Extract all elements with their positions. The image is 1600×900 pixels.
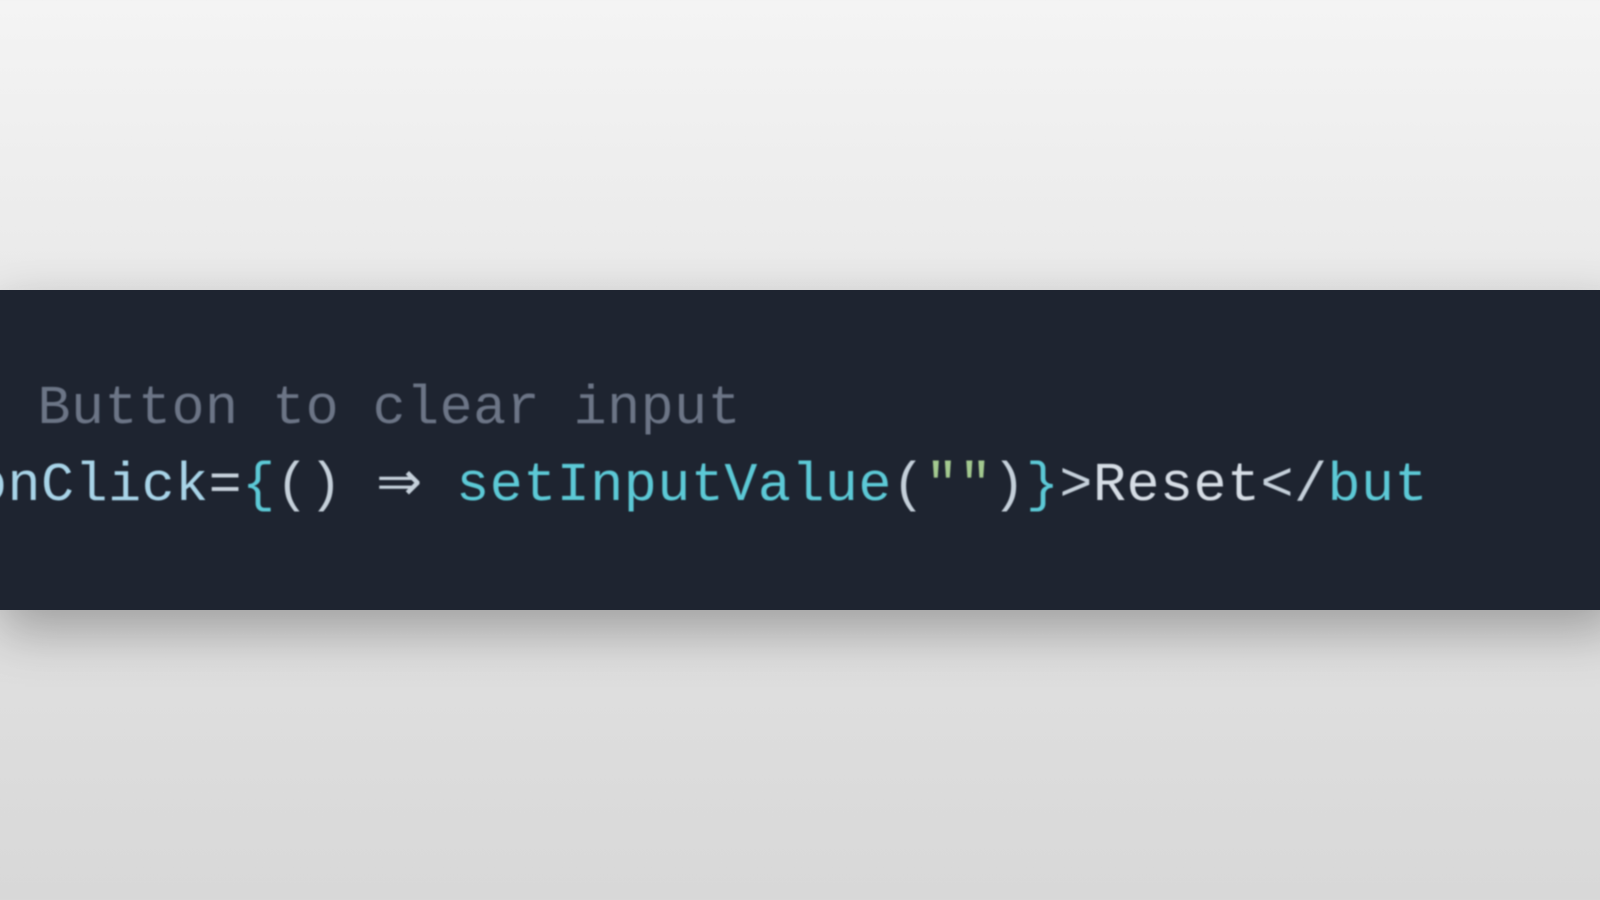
string-literal: "" — [925, 454, 992, 517]
code-line-jsx: ton onClick={() ⇒ setInputValue("")}>Res… — [0, 447, 1600, 524]
jsx-tag-close-partial: but — [1328, 454, 1429, 517]
brace-open: { — [242, 454, 276, 517]
function-name: setInputValue — [456, 454, 892, 517]
func-paren-close: ) — [992, 454, 1026, 517]
brace-close: } — [1026, 454, 1060, 517]
jsx-attr-onclick: onClick — [0, 454, 209, 517]
comment-text: eset Button to clear input — [0, 377, 741, 440]
close-angle-open: < — [1260, 454, 1294, 517]
equals-sign: = — [209, 454, 243, 517]
code-line-comment: eset Button to clear input — [0, 370, 1600, 447]
angle-close: > — [1059, 454, 1093, 517]
func-paren-open: ( — [892, 454, 926, 517]
arrow-function: ⇒ — [376, 454, 423, 517]
code-snippet-block: eset Button to clear input ton onClick={… — [0, 290, 1600, 610]
paren-open: ( — [276, 454, 310, 517]
paren-close: ) — [309, 454, 343, 517]
button-label-text: Reset — [1093, 454, 1261, 517]
close-slash: / — [1294, 454, 1328, 517]
